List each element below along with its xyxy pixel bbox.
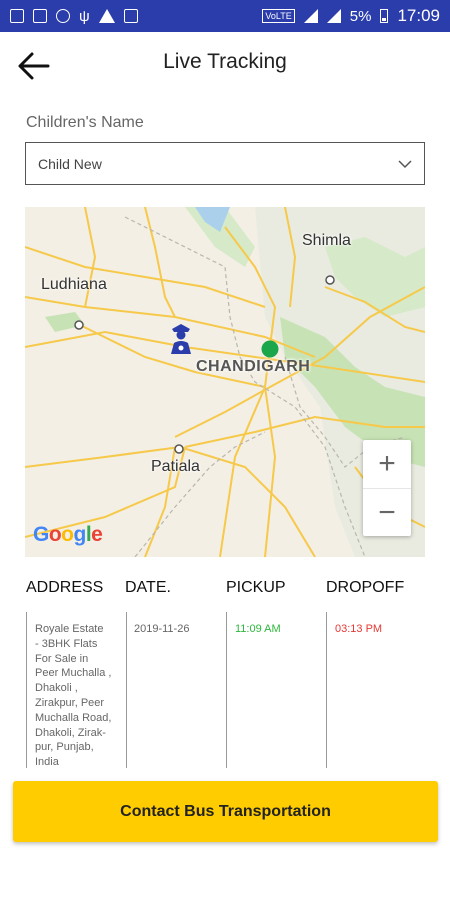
map-label-patiala: Patiala [151, 458, 200, 475]
column-divider [226, 612, 227, 768]
status-bar: ψ VoLTE 5% 17:09 [0, 0, 450, 32]
table-row: Royale Estate - 3BHK Flats For Sale in P… [0, 612, 450, 770]
status-system: VoLTE 5% 17:09 [262, 6, 440, 26]
map-label-chandigarh: CHANDIGARH [196, 358, 311, 375]
table-header: ADDRESS DATE. PICKUP DROPOFF [0, 579, 450, 603]
zoom-out-button[interactable]: − [363, 488, 411, 536]
google-logo: Google [33, 523, 103, 546]
volte-badge: VoLTE [262, 9, 295, 23]
address-line: India [35, 756, 59, 769]
address-line: - 3BHK Flats [35, 637, 98, 650]
zoom-in-button[interactable]: + [363, 440, 411, 488]
map-label-shimla: Shimla [302, 232, 351, 249]
usb-icon: ψ [79, 7, 90, 25]
current-location-dot-icon[interactable] [260, 339, 280, 359]
address-line: pur, Punjab, [35, 741, 94, 754]
column-divider [126, 612, 127, 768]
contact-bus-transportation-button[interactable]: Contact Bus Transportation [13, 781, 438, 842]
pickup-cell: 11:09 AM [235, 623, 281, 635]
address-cell: Royale Estate - 3BHK Flats For Sale in P… [35, 622, 125, 770]
children-name-label: Children's Name [26, 114, 144, 131]
header-pickup: PICKUP [226, 579, 286, 596]
page-title: Live Tracking [163, 50, 287, 73]
address-line: Royale Estate [35, 623, 104, 635]
signal-icon [303, 9, 318, 23]
app-notification-icon [33, 9, 47, 23]
address-line: Muchalla Road, [35, 711, 112, 724]
children-name-dropdown[interactable]: Child New [25, 142, 425, 185]
map-view[interactable]: Ludhiana Shimla CHANDIGARH Patiala + − G… [25, 207, 425, 557]
clock: 17:09 [397, 6, 440, 25]
address-line: Peer Muchalla , [35, 667, 112, 680]
chevron-down-icon [398, 159, 412, 168]
warning-icon [98, 9, 115, 23]
zoom-controls: + − [363, 440, 411, 536]
children-name-selected: Child New [38, 155, 102, 172]
gallery-notification-icon [10, 9, 24, 23]
signal-icon-2 [326, 9, 341, 23]
header-address: ADDRESS [26, 579, 104, 596]
address-line: Dhakoli, Zirak- [35, 726, 106, 739]
battery-icon [380, 9, 389, 23]
bus-driver-marker-icon[interactable] [168, 321, 194, 357]
battery-percent: 5% [349, 7, 372, 25]
column-divider [26, 612, 27, 768]
header-dropoff: DROPOFF [326, 579, 405, 596]
header-date: DATE. [125, 579, 171, 596]
android-debug-icon [123, 9, 138, 23]
address-line: Zirakpur, Peer [35, 696, 105, 709]
date-cell: 2019-11-26 [134, 623, 190, 635]
app-bar: Live Tracking [0, 32, 450, 94]
map-label-ludhiana: Ludhiana [41, 276, 107, 293]
dropoff-cell: 03:13 PM [335, 623, 383, 635]
hotspot-icon [56, 9, 70, 23]
address-line: Dhakoli , [35, 682, 78, 695]
column-divider [326, 612, 327, 768]
status-notifications: ψ [10, 8, 138, 25]
address-line: For Sale in [35, 652, 89, 665]
